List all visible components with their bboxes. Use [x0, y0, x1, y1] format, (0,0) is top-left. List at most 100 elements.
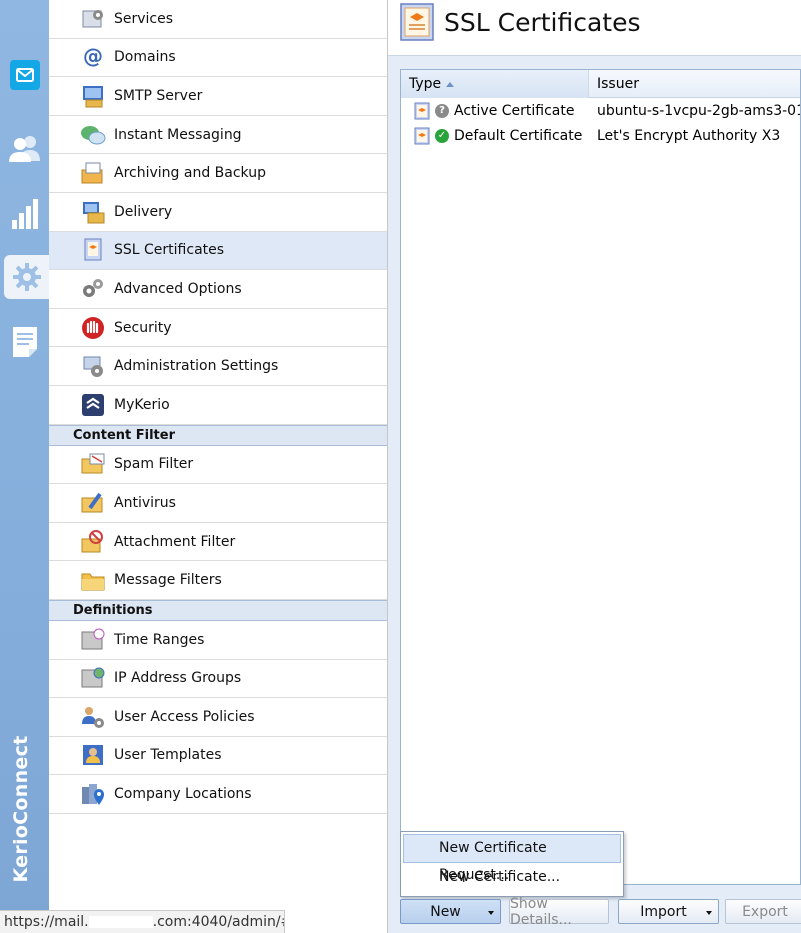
hand-icon [80, 315, 106, 341]
sidebar-item-time-ranges[interactable]: Time Ranges [49, 621, 387, 660]
cell-type: ? Active Certificate [401, 102, 589, 120]
sidebar-item-label: Instant Messaging [114, 126, 242, 143]
sidebar-item-mykerio[interactable]: MyKerio [49, 386, 387, 425]
sidebar-item-ssl-certificates[interactable]: SSL Certificates [49, 231, 387, 271]
sidebar-item-administration-settings[interactable]: Administration Settings [49, 347, 387, 386]
sidebar-item-label: Delivery [114, 203, 173, 220]
sidebar-item-label: Antivirus [114, 494, 176, 511]
sidebar-item-label: Time Ranges [114, 631, 205, 648]
sidebar-item-spam-filter[interactable]: Spam Filter [49, 446, 387, 485]
filter-folder-icon [80, 567, 106, 593]
table-header: Type Issuer [401, 70, 800, 98]
cell-issuer: Let's Encrypt Authority X3 [597, 127, 781, 144]
table-row[interactable]: ? Active Certificate ubuntu-s-1vcpu-2gb-am… [401, 98, 800, 123]
sidebar-item-label: SMTP Server [114, 87, 203, 104]
rail-mail-button[interactable] [0, 53, 49, 97]
sidebar-item-label: Security [114, 319, 172, 336]
sidebar-item-delivery[interactable]: Delivery [49, 193, 387, 232]
mail-icon [9, 60, 40, 90]
certificate-icon [414, 102, 430, 119]
antivirus-icon [80, 490, 106, 516]
cell-type: ✓ Default Certificate [401, 127, 589, 145]
services-icon [80, 6, 106, 32]
sidebar-item-attachment-filter[interactable]: Attachment Filter [49, 523, 387, 562]
app-rail: KerioConnect [0, 0, 49, 933]
rail-settings-button[interactable] [4, 255, 49, 299]
smtp-icon [80, 83, 106, 109]
sidebar-item-security[interactable]: Security [49, 309, 387, 348]
show-details-button[interactable]: Show Details... [509, 896, 609, 928]
rail-logs-button[interactable] [0, 320, 49, 364]
chevron-down-icon [706, 911, 712, 915]
sidebar-item-label: SSL Certificates [114, 242, 225, 259]
column-header-issuer[interactable]: Issuer [589, 70, 800, 98]
rail-users-button[interactable] [0, 126, 49, 170]
settings-icon [12, 263, 41, 291]
sidebar-item-antivirus[interactable]: Antivirus [49, 484, 387, 523]
logs-icon [12, 327, 37, 357]
gears-icon [80, 276, 106, 302]
menu-item-new-certificate-request[interactable]: New Certificate Request... [403, 834, 621, 883]
delivery-icon [80, 199, 106, 225]
sidebar-item-domains[interactable]: @ Domains [49, 39, 387, 78]
menu-item-new-certificate[interactable]: New Certificate... [403, 863, 621, 892]
question-circle-icon: ? [435, 103, 449, 118]
settings-nav: Services @ Domains SMTP Server Instant Messa… [49, 0, 388, 933]
export-button[interactable]: Export [725, 899, 801, 924]
sidebar-item-advanced-options[interactable]: Advanced Options [49, 270, 387, 309]
sidebar-item-label: Spam Filter [114, 456, 194, 473]
check-circle-icon: ✓ [435, 128, 449, 143]
certificate-icon [400, 3, 434, 41]
spam-icon [80, 451, 106, 477]
sidebar-item-label: Message Filters [114, 572, 222, 589]
sidebar-item-label: Company Locations [114, 786, 252, 803]
sidebar-item-services[interactable]: Services [49, 0, 387, 39]
chat-icon [80, 122, 106, 148]
sidebar-item-user-templates[interactable]: User Templates [49, 737, 387, 776]
user-template-icon [80, 742, 106, 768]
sidebar-item-label: MyKerio [114, 396, 170, 413]
import-button[interactable]: Import [618, 899, 719, 924]
sidebar-item-instant-messaging[interactable]: Instant Messaging [49, 116, 387, 155]
brand-logo: KerioConnect [10, 734, 32, 883]
sidebar-item-label: Administration Settings [114, 358, 279, 375]
sidebar-item-company-locations[interactable]: Company Locations [49, 775, 387, 814]
section-header-content-filter: Content Filter [49, 424, 387, 446]
sidebar-item-label: Attachment Filter [114, 533, 236, 550]
location-icon [80, 781, 106, 807]
sidebar-item-message-filters[interactable]: Message Filters [49, 561, 387, 600]
new-button[interactable]: New [400, 899, 501, 924]
page-title: SSL Certificates [444, 8, 641, 37]
certificates-table: Type Issuer ? Active Certificate ubuntu-s-… [400, 69, 801, 885]
sidebar-item-label: User Templates [114, 747, 222, 764]
certificate-icon [80, 237, 106, 263]
pane-header: SSL Certificates [388, 0, 801, 56]
users-icon [8, 136, 40, 162]
main-pane: SSL Certificates Type Issuer ? Active Cer… [388, 0, 801, 933]
sidebar-item-label: Advanced Options [114, 280, 242, 297]
globe-book-icon [80, 665, 106, 691]
stats-icon [11, 199, 38, 229]
column-header-type[interactable]: Type [401, 70, 589, 98]
admin-icon [80, 353, 106, 379]
rail-stats-button[interactable] [0, 192, 49, 236]
cell-issuer: ubuntu-s-1vcpu-2gb-ams3-01 [597, 102, 800, 119]
clock-book-icon [80, 627, 106, 653]
bottom-toolbar: New Show Details... Import Export [388, 896, 801, 933]
sidebar-item-label: Domains [114, 49, 176, 66]
sidebar-item-ip-address-groups[interactable]: IP Address Groups [49, 660, 387, 699]
sidebar-item-archiving-and-backup[interactable]: Archiving and Backup [49, 154, 387, 193]
sidebar-item-label: Services [114, 10, 174, 27]
table-body: ? Active Certificate ubuntu-s-1vcpu-2gb-am… [401, 98, 800, 148]
sidebar-item-label: User Access Policies [114, 708, 255, 725]
sidebar-item-label: Archiving and Backup [114, 165, 266, 182]
new-dropdown-menu: New Certificate Request... New Certifica… [400, 831, 624, 897]
sidebar-item-user-access-policies[interactable]: User Access Policies [49, 698, 387, 737]
certificate-icon [414, 127, 430, 144]
attachment-icon [80, 529, 106, 555]
svg-text:@: @ [83, 44, 103, 68]
users-gear-icon [80, 704, 106, 730]
table-row[interactable]: ✓ Default Certificate Let's Encrypt Author… [401, 123, 800, 148]
sidebar-item-smtp-server[interactable]: SMTP Server [49, 77, 387, 116]
archive-icon [80, 160, 106, 186]
